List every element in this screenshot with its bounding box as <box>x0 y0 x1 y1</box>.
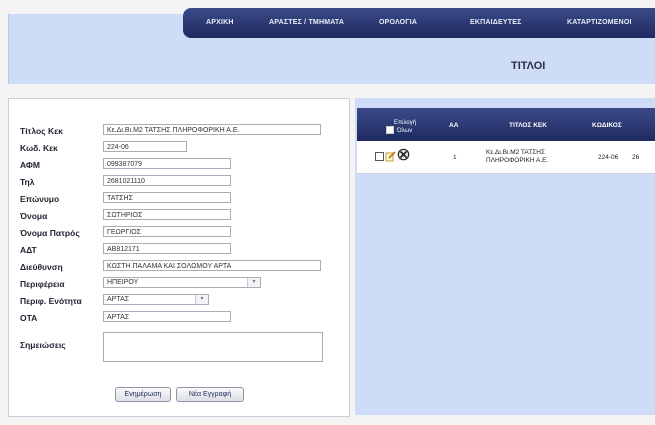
chevron-down-icon[interactable]: ▾ <box>195 295 208 304</box>
code-field[interactable]: 224-06 <box>103 141 187 152</box>
label-adt: ΑΔΤ <box>20 245 37 255</box>
label-notes: Σημειώσεις <box>20 340 66 350</box>
top-navigation: ΑΡΧΙΚΗ ΑΡΑΣΤΕΣ / ΤΜΗΜΑΤΑ ΟΡΟΛΟΓΙΑ ΕΚΠΑΙΔ… <box>183 8 655 38</box>
row-title-line2: ΠΛΗΡΟΦΟΡΙΚΗ Α.Ε. <box>486 157 549 164</box>
label-address: Διεύθυνση <box>20 262 63 272</box>
label-regional-unit: Περιφ. Ενότητα <box>20 296 82 306</box>
adt-field[interactable]: ΑΒ812171 <box>103 243 231 254</box>
row-aa: 1 <box>453 154 457 161</box>
label-ota: ΟΤΑ <box>20 313 38 323</box>
table-header: Επιλογή Όλων ΑΑ ΤΙΤΛΟΣ ΚΕΚ ΚΩΔΙΚΟΣ <box>357 108 655 141</box>
label-father-name: Όνομα Πατρός <box>20 228 80 238</box>
region-select-value: ΗΠΕΙΡΟΥ <box>107 279 139 286</box>
row-code: 224-06 <box>598 154 619 161</box>
nav-item-trainers[interactable]: ΕΚΠΑΙΔΕΥΤΕΣ <box>470 19 522 26</box>
label-surname: Επώνυμο <box>20 194 60 204</box>
header-select-line2: Όλων <box>397 128 413 134</box>
nav-item-home[interactable]: ΑΡΧΙΚΗ <box>206 19 234 26</box>
page-title: ΤΙΤΛΟΙ <box>511 60 546 72</box>
phone-field[interactable]: 2681021110 <box>103 175 231 186</box>
regional-unit-select[interactable]: ΑΡΤΑΣ ▾ <box>103 294 209 305</box>
select-all-checkbox[interactable] <box>386 126 394 134</box>
name-field[interactable]: ΣΩΤΗΡΙΟΣ <box>103 209 231 220</box>
row-checkbox[interactable] <box>375 152 384 161</box>
edit-icon[interactable] <box>385 149 396 167</box>
notes-textarea[interactable] <box>103 332 323 362</box>
table-row[interactable]: 1 Κε.Δι.Βι.Μ2 ΤΑΤΣΗΣ ΠΛΗΡΟΦΟΡΙΚΗ Α.Ε. 22… <box>357 141 655 174</box>
row-title-line1: Κε.Δι.Βι.Μ2 ΤΑΤΣΗΣ <box>486 149 545 156</box>
nav-item-trainees[interactable]: ΚΑΤΑΡΤΙΖΟΜΕΝΟΙ <box>567 19 632 26</box>
delete-icon[interactable] <box>397 148 410 166</box>
address-field[interactable]: ΚΩΣΤΗ ΠΑΛΑΜΑ ΚΑΙ ΣΟΛΩΜΟΥ ΑΡΤΑ <box>103 260 321 271</box>
chevron-down-icon[interactable]: ▾ <box>247 278 260 287</box>
afm-field[interactable]: 099387079 <box>103 158 231 169</box>
surname-field[interactable]: ΤΑΤΣΗΣ <box>103 192 231 203</box>
label-title: Τίτλος Κεκ <box>20 126 63 136</box>
ota-field[interactable]: ΑΡΤΑΣ <box>103 311 231 322</box>
father-name-field[interactable]: ΓΕΩΡΓΙΟΣ <box>103 226 231 237</box>
header-aa: ΑΑ <box>449 122 459 129</box>
label-region: Περιφέρεια <box>20 279 65 289</box>
label-code: Κωδ. Κεκ <box>20 143 58 153</box>
label-afm: ΑΦΜ <box>20 160 40 170</box>
title-field[interactable]: Κε.Δι.Βι.Μ2 ΤΑΤΣΗΣ ΠΛΗΡΟΦΟΡΙΚΗ Α.Ε. <box>103 124 321 135</box>
label-phone: Τηλ <box>20 177 35 187</box>
regional-unit-select-value: ΑΡΤΑΣ <box>107 296 130 303</box>
header-select-line1: Επιλογή <box>394 120 417 126</box>
new-record-button[interactable]: Νέα Εγγραφή <box>176 387 244 402</box>
region-select[interactable]: ΗΠΕΙΡΟΥ ▾ <box>103 277 261 288</box>
update-button[interactable]: Ενημέρωση <box>115 387 171 402</box>
header-title: ΤΙΤΛΟΣ ΚΕΚ <box>509 122 547 129</box>
row-extra: 26 <box>632 154 640 161</box>
header-code: ΚΩΔΙΚΟΣ <box>592 122 622 129</box>
nav-item-terminology[interactable]: ΟΡΟΛΟΓΙΑ <box>379 19 417 26</box>
label-name: Όνομα <box>20 211 48 221</box>
nav-item-departments[interactable]: ΑΡΑΣΤΕΣ / ΤΜΗΜΑΤΑ <box>269 19 344 26</box>
